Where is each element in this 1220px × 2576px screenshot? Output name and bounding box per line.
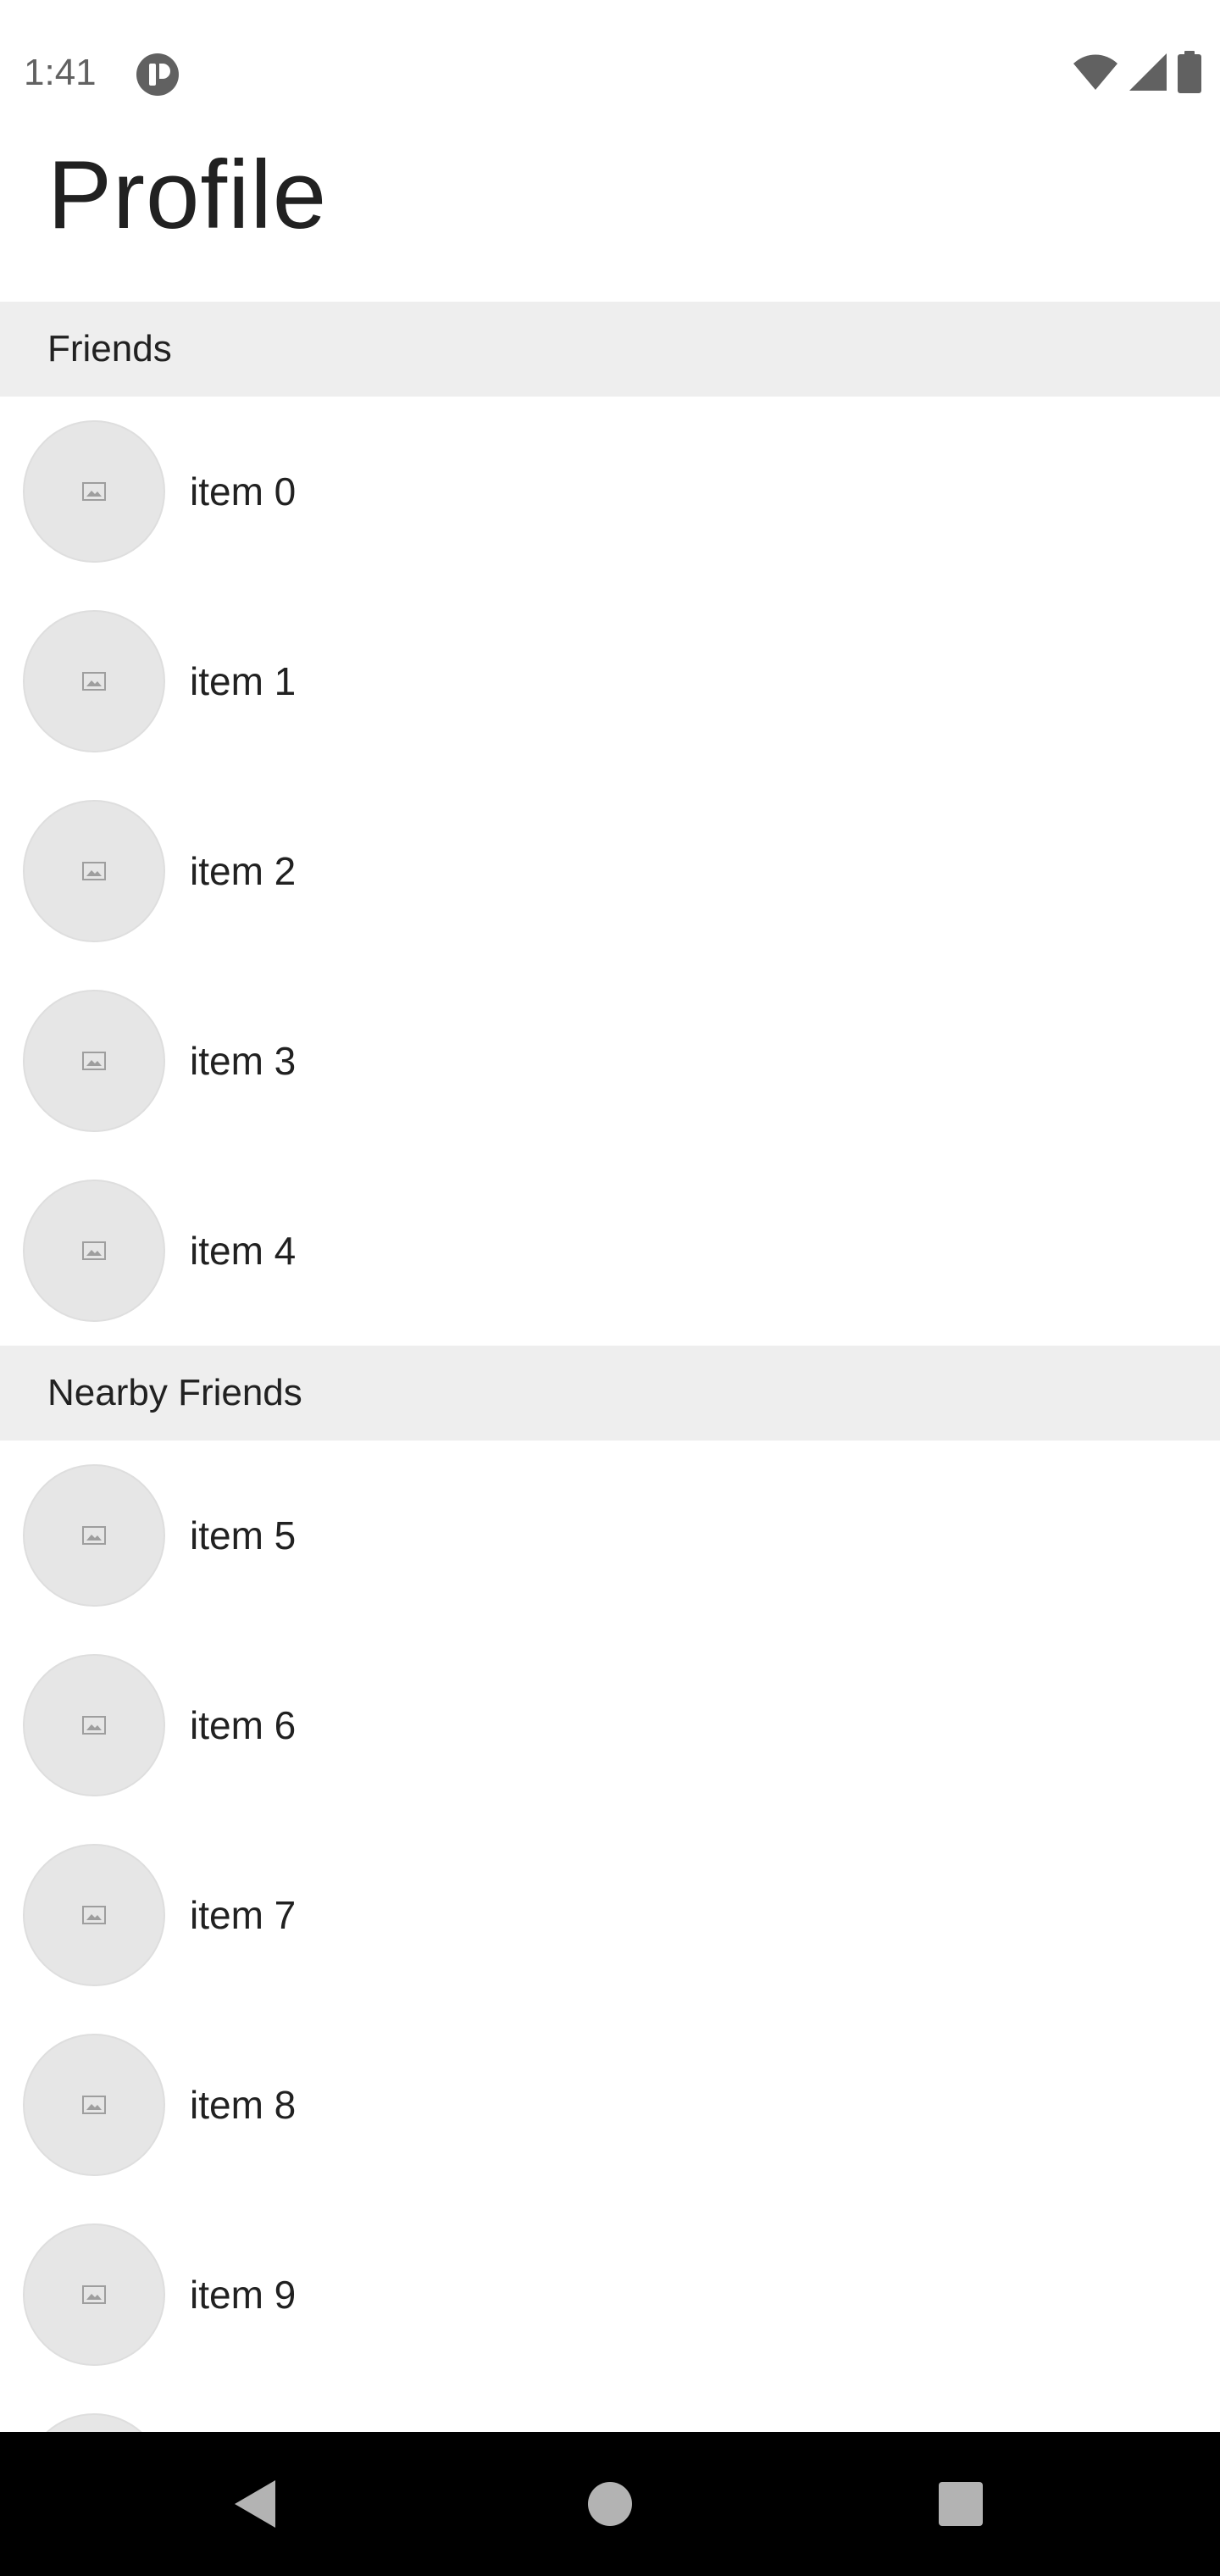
avatar (23, 800, 165, 942)
image-placeholder-icon (82, 482, 106, 501)
list-item-label: item 0 (190, 469, 297, 514)
list-item[interactable]: item 6 (0, 1630, 1220, 1820)
avatar (23, 1180, 165, 1322)
avatar (23, 1844, 165, 1986)
avatar (23, 990, 165, 1132)
avatar (23, 2034, 165, 2176)
list-item-label: item 5 (190, 1513, 297, 1557)
list-item-label: item 4 (190, 1229, 297, 1273)
list-item[interactable]: item 8 (0, 2010, 1220, 2200)
recents-button[interactable] (876, 2432, 1045, 2576)
image-placeholder-icon (82, 2096, 106, 2114)
battery-icon (1178, 50, 1201, 97)
list-item-label: item 6 (190, 1703, 297, 1747)
wifi-icon (1073, 53, 1118, 95)
list-item[interactable] (0, 2390, 1220, 2432)
list-item-label: item 2 (190, 849, 297, 893)
image-placeholder-icon (82, 1052, 106, 1070)
list-item[interactable]: item 4 (0, 1156, 1220, 1346)
list-item-label: item 1 (190, 659, 297, 703)
image-placeholder-icon (82, 862, 106, 880)
avatar (23, 2413, 165, 2432)
back-button[interactable] (170, 2432, 340, 2576)
section-header-nearby-friends: Nearby Friends (0, 1346, 1220, 1441)
cell-signal-icon (1128, 53, 1167, 96)
status-bar: 1:41 (0, 0, 1220, 146)
section-header-friends: Friends (0, 302, 1220, 397)
system-nav-bar (0, 2432, 1220, 2576)
image-placeholder-icon (82, 672, 106, 691)
list-item[interactable]: item 0 (0, 397, 1220, 586)
image-placeholder-icon (82, 1906, 106, 1924)
list-item[interactable]: item 1 (0, 586, 1220, 776)
list-item-label: item 7 (190, 1893, 297, 1937)
section-title: Nearby Friends (47, 1372, 302, 1413)
home-button[interactable] (525, 2432, 695, 2576)
status-time: 1:41 (24, 52, 97, 93)
avatar (23, 420, 165, 563)
avatar (23, 1654, 165, 1796)
avatar (23, 2223, 165, 2366)
list-item-label: item 3 (190, 1039, 297, 1083)
recents-icon (939, 2482, 983, 2526)
home-icon (588, 2482, 632, 2526)
list-item[interactable]: item 5 (0, 1441, 1220, 1630)
list-item[interactable]: item 7 (0, 1820, 1220, 2010)
app-notification-icon (136, 53, 180, 97)
image-placeholder-icon (82, 1241, 106, 1260)
back-icon (235, 2480, 275, 2528)
image-placeholder-icon (82, 1716, 106, 1735)
page-title: Profile (47, 142, 328, 249)
list-item[interactable]: item 9 (0, 2200, 1220, 2390)
image-placeholder-icon (82, 2285, 106, 2304)
status-icons (1073, 50, 1201, 97)
image-placeholder-icon (82, 1526, 106, 1545)
list-item-label: item 8 (190, 2083, 297, 2127)
avatar (23, 610, 165, 752)
profile-list[interactable]: Friends item 0 item 1 item 2 item 3 item… (0, 302, 1220, 2432)
section-title: Friends (47, 328, 172, 369)
list-item[interactable]: item 3 (0, 966, 1220, 1156)
list-item[interactable]: item 2 (0, 776, 1220, 966)
avatar (23, 1464, 165, 1607)
list-item-label: item 9 (190, 2273, 297, 2317)
